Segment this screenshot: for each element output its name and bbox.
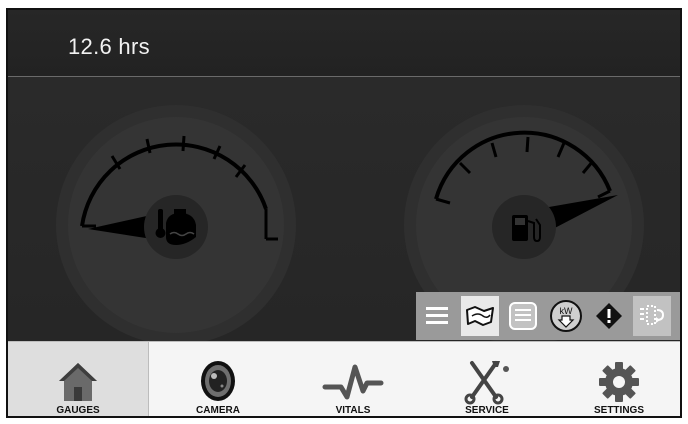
display-frame: 12.6 hrs kW GAUGES CAMERA VITALS SERVICE… [6, 8, 682, 418]
quick-action-tray: kW [416, 292, 680, 340]
menu-icon [426, 307, 448, 324]
warning-icon [596, 303, 622, 329]
nav-label-settings: SETTINGS [593, 405, 644, 416]
nav-label-vitals: VITALS [335, 405, 371, 416]
home-icon [59, 363, 97, 401]
kw-label: kW [560, 306, 574, 316]
notes-icon [509, 302, 537, 330]
nav-gauges[interactable]: GAUGES [8, 342, 149, 416]
nav-vitals[interactable]: VITALS [298, 342, 408, 416]
nav-label-camera: CAMERA [196, 405, 240, 416]
camera-icon [201, 361, 235, 401]
header-bar: 12.6 hrs [8, 10, 680, 77]
regen-button[interactable] [633, 296, 671, 336]
menu-button[interactable] [418, 296, 456, 336]
nav-label-gauges: GAUGES [56, 405, 100, 416]
gear-icon [599, 362, 639, 402]
map-button[interactable] [461, 296, 499, 336]
coolant-temperature-gauge [56, 105, 296, 341]
nav-service[interactable]: SERVICE [432, 342, 542, 416]
nav-label-service: SERVICE [465, 405, 509, 416]
warning-button[interactable] [590, 296, 628, 336]
regen-icon [640, 305, 665, 325]
kw-down-icon: kW [550, 300, 582, 332]
kw-button[interactable]: kW [547, 296, 585, 336]
notes-button[interactable] [504, 296, 542, 336]
engine-hours: 12.6 hrs [68, 34, 150, 59]
vitals-pulse-icon [322, 364, 384, 400]
map-icon [466, 306, 494, 326]
bottom-navigation: GAUGES CAMERA VITALS SERVICE SETTINGS [8, 341, 680, 416]
service-tools-icon [464, 361, 509, 405]
nav-camera[interactable]: CAMERA [163, 342, 273, 416]
nav-settings[interactable]: SETTINGS [564, 342, 674, 416]
